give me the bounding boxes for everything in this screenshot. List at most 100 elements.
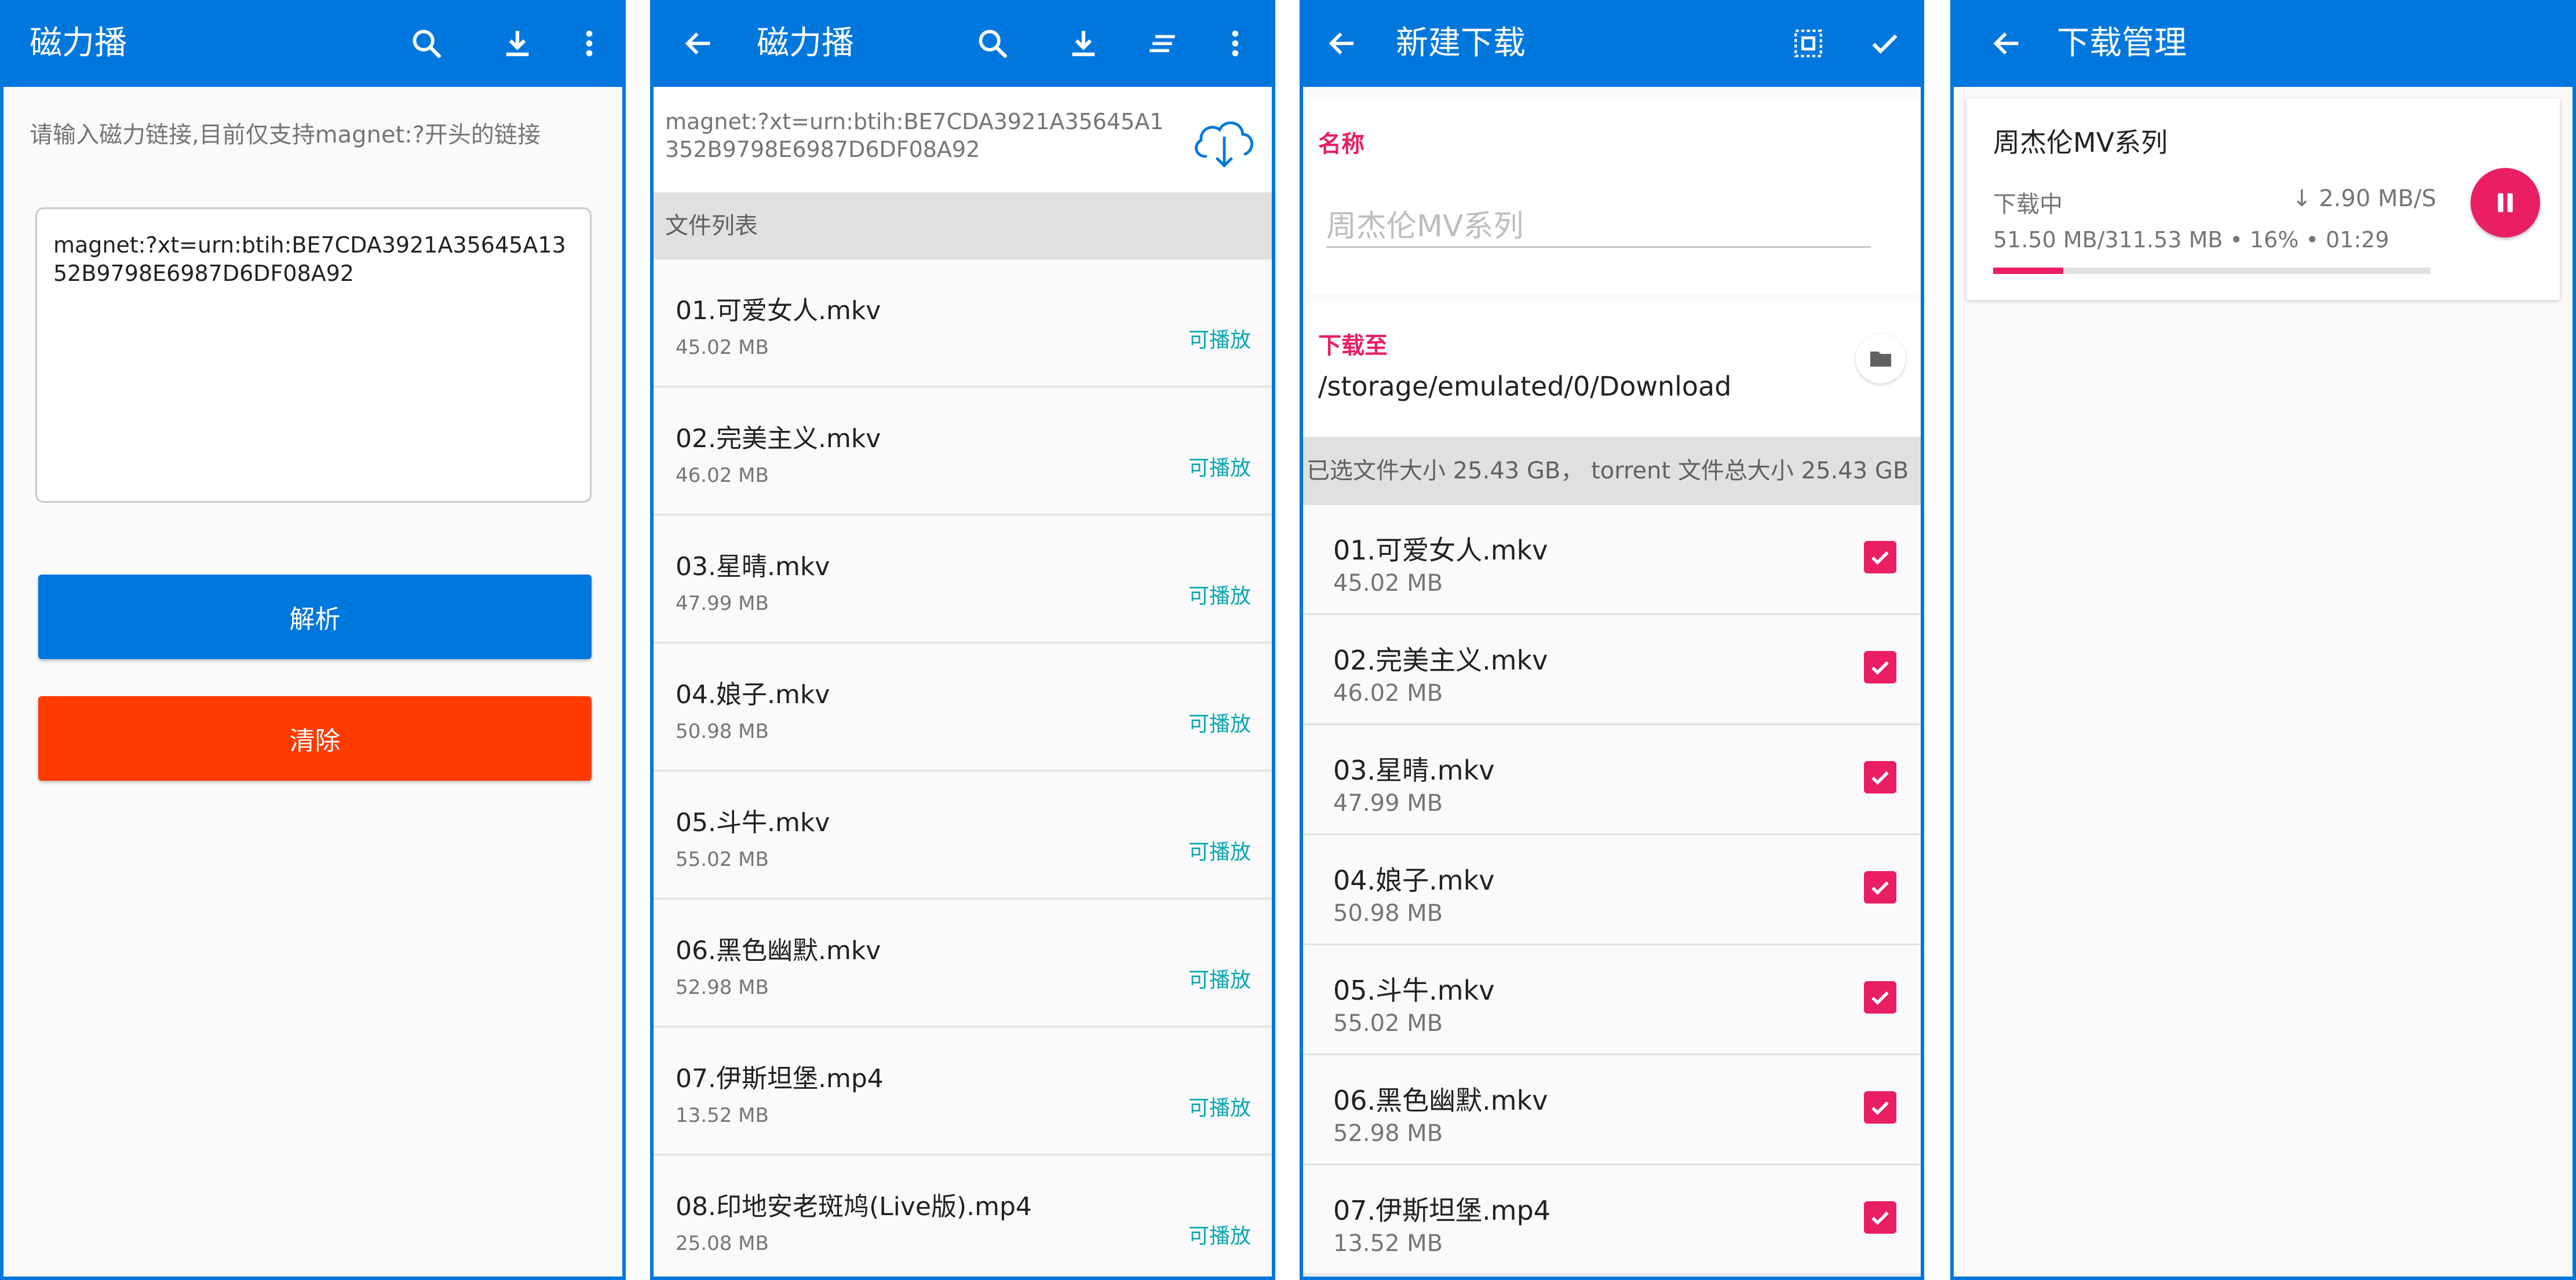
file-name: 03.星晴.mkv bbox=[676, 552, 830, 582]
download-speed: ↓ 2.90 MB/S bbox=[2292, 185, 2436, 212]
playable-badge[interactable]: 可播放 bbox=[1188, 1219, 1251, 1249]
file-name: 01.可爱女人.mkv bbox=[676, 296, 881, 326]
download-icon[interactable] bbox=[494, 20, 541, 67]
file-checkbox[interactable] bbox=[1864, 871, 1896, 904]
select-file-list: 01.可爱女人.mkv 45.02 MB 02.完美主义.mkv 46.02 MB … bbox=[1303, 505, 1921, 1275]
app-bar: 磁力播 bbox=[3, 0, 622, 87]
progress-bar bbox=[1993, 268, 2431, 274]
file-checkbox[interactable] bbox=[1864, 1091, 1896, 1124]
app-title: 新建下载 bbox=[1396, 24, 1526, 62]
file-list-item[interactable]: 02.完美主义.mkv 46.02 MB bbox=[1303, 615, 1921, 725]
file-list-item[interactable]: 06.黑色幽默.mkv 52.98 MB 可播放 bbox=[654, 899, 1272, 1027]
file-list-item[interactable]: 07.伊斯坦堡.mp4 13.52 MB bbox=[1303, 1165, 1921, 1275]
file-size: 50.98 MB bbox=[676, 720, 769, 743]
playable-badge[interactable]: 可播放 bbox=[1188, 1091, 1251, 1121]
file-list-item[interactable]: 03.星晴.mkv 47.99 MB bbox=[1303, 725, 1921, 835]
file-checkbox[interactable] bbox=[1864, 541, 1896, 573]
parse-button[interactable]: 解析 bbox=[38, 575, 592, 659]
pause-icon bbox=[2498, 193, 2513, 213]
check-icon bbox=[1871, 881, 1889, 895]
file-list-item[interactable]: 08.印地安老斑鸠(Live版).mp4 25.08 MB 可播放 bbox=[654, 1155, 1272, 1277]
file-size: 47.99 MB bbox=[676, 592, 769, 615]
save-to-label: 下载至 bbox=[1318, 332, 1388, 359]
task-progress-info: 51.50 MB/311.53 MB • 16% • 01:29 bbox=[1993, 227, 2389, 253]
check-icon bbox=[1871, 771, 1889, 785]
magnet-input[interactable]: magnet:?xt=urn:btih:BE7CDA3921A35645A135… bbox=[35, 207, 592, 503]
playable-badge[interactable]: 可播放 bbox=[1188, 963, 1251, 993]
file-checkbox[interactable] bbox=[1864, 981, 1896, 1014]
name-card: 名称 周杰伦MV系列 bbox=[1303, 97, 1921, 294]
file-size: 45.02 MB bbox=[1333, 570, 1443, 597]
file-list-item[interactable]: 04.娘子.mkv 50.98 MB 可播放 bbox=[654, 643, 1272, 771]
check-icon bbox=[1871, 1101, 1889, 1116]
clear-button[interactable]: 清除 bbox=[38, 696, 592, 781]
file-name: 07.伊斯坦堡.mp4 bbox=[676, 1064, 884, 1094]
file-size: 52.98 MB bbox=[676, 976, 769, 999]
select-all-icon[interactable] bbox=[1785, 20, 1831, 67]
file-list-item[interactable]: 04.娘子.mkv 50.98 MB bbox=[1303, 835, 1921, 945]
file-name: 07.伊斯坦堡.mp4 bbox=[1333, 1195, 1551, 1226]
file-size: 25.08 MB bbox=[676, 1232, 769, 1255]
file-checkbox[interactable] bbox=[1864, 1201, 1896, 1234]
search-icon[interactable] bbox=[403, 20, 450, 67]
file-list-item[interactable]: 07.伊斯坦堡.mp4 13.52 MB 可播放 bbox=[654, 1027, 1272, 1155]
file-size: 47.99 MB bbox=[1333, 790, 1443, 817]
search-icon[interactable] bbox=[969, 20, 1016, 67]
screen-file-list: 磁力播 magnet:?xt=urn:btih:BE7CDA3921A35645… bbox=[650, 0, 1275, 1280]
progress-bar-fill bbox=[1993, 268, 2063, 274]
back-arrow-icon[interactable] bbox=[676, 20, 722, 67]
file-checkbox[interactable] bbox=[1864, 761, 1896, 793]
save-path: /storage/emulated/0/Download bbox=[1318, 371, 1732, 402]
download-task-card[interactable]: 周杰伦MV系列 下载中 ↓ 2.90 MB/S 51.50 MB/311.53 … bbox=[1966, 98, 2560, 300]
screen-download-manager: 下载管理 周杰伦MV系列 下载中 ↓ 2.90 MB/S 51.50 MB/31… bbox=[1950, 0, 2576, 1280]
app-title: 下载管理 bbox=[2057, 24, 2187, 62]
confirm-check-icon[interactable] bbox=[1862, 20, 1908, 67]
sort-icon[interactable] bbox=[1139, 20, 1185, 67]
file-list-item[interactable]: 03.星晴.mkv 47.99 MB 可播放 bbox=[654, 515, 1272, 643]
playable-badge[interactable]: 可播放 bbox=[1188, 835, 1251, 865]
save-path-card: 下载至 /storage/emulated/0/Download bbox=[1303, 301, 1921, 437]
file-list-item[interactable]: 06.黑色幽默.mkv 52.98 MB bbox=[1303, 1055, 1921, 1165]
playable-badge[interactable]: 可播放 bbox=[1188, 323, 1251, 353]
file-list-item[interactable]: 05.斗牛.mkv 55.02 MB 可播放 bbox=[654, 771, 1272, 899]
size-summary: 已选文件大小 25.43 GB， torrent 文件总大小 25.43 GB bbox=[1303, 437, 1921, 505]
cloud-download-icon[interactable] bbox=[1190, 112, 1259, 170]
file-size: 46.02 MB bbox=[676, 464, 769, 487]
file-name: 04.娘子.mkv bbox=[676, 680, 830, 710]
file-list-item[interactable]: 01.可爱女人.mkv 45.02 MB bbox=[1303, 505, 1921, 615]
back-arrow-icon[interactable] bbox=[1319, 20, 1366, 67]
download-icon[interactable] bbox=[1060, 20, 1107, 67]
task-status: 下载中 bbox=[1993, 191, 2063, 218]
task-name: 周杰伦MV系列 bbox=[1993, 127, 2168, 158]
playable-badge[interactable]: 可播放 bbox=[1188, 579, 1251, 609]
file-size: 13.52 MB bbox=[1333, 1230, 1443, 1257]
file-name: 01.可爱女人.mkv bbox=[1333, 535, 1548, 566]
playable-badge[interactable]: 可播放 bbox=[1188, 707, 1251, 737]
playable-badge[interactable]: 可播放 bbox=[1188, 451, 1251, 481]
more-vert-icon[interactable] bbox=[566, 20, 612, 67]
file-size: 55.02 MB bbox=[1333, 1010, 1443, 1037]
pause-button[interactable] bbox=[2471, 168, 2540, 237]
file-name: 03.星晴.mkv bbox=[1333, 755, 1495, 786]
file-list-header: 文件列表 bbox=[654, 192, 1272, 259]
more-vert-icon[interactable] bbox=[1212, 20, 1258, 67]
file-size: 52.98 MB bbox=[1333, 1120, 1443, 1147]
file-list-item[interactable]: 01.可爱女人.mkv 45.02 MB 可播放 bbox=[654, 259, 1272, 387]
app-bar: 磁力播 bbox=[654, 0, 1272, 87]
back-arrow-icon[interactable] bbox=[1984, 20, 2030, 67]
file-size: 45.02 MB bbox=[676, 336, 769, 359]
file-name: 04.娘子.mkv bbox=[1333, 865, 1495, 896]
file-list-item[interactable]: 02.完美主义.mkv 46.02 MB 可播放 bbox=[654, 387, 1272, 515]
file-name: 06.黑色幽默.mkv bbox=[1333, 1085, 1548, 1116]
file-checkbox[interactable] bbox=[1864, 651, 1896, 683]
file-list: 01.可爱女人.mkv 45.02 MB 可播放 02.完美主义.mkv 46.02 … bbox=[654, 259, 1272, 1277]
name-label: 名称 bbox=[1318, 131, 1364, 158]
check-icon bbox=[1871, 991, 1889, 1005]
task-name-input[interactable]: 周杰伦MV系列 bbox=[1326, 202, 1871, 248]
magnet-link-bar: magnet:?xt=urn:btih:BE7CDA3921A35645A135… bbox=[654, 87, 1272, 192]
app-title: 磁力播 bbox=[30, 24, 127, 62]
folder-icon[interactable] bbox=[1856, 334, 1906, 383]
file-size: 46.02 MB bbox=[1333, 680, 1443, 707]
file-list-item[interactable]: 05.斗牛.mkv 55.02 MB bbox=[1303, 945, 1921, 1055]
check-icon bbox=[1871, 1211, 1889, 1226]
